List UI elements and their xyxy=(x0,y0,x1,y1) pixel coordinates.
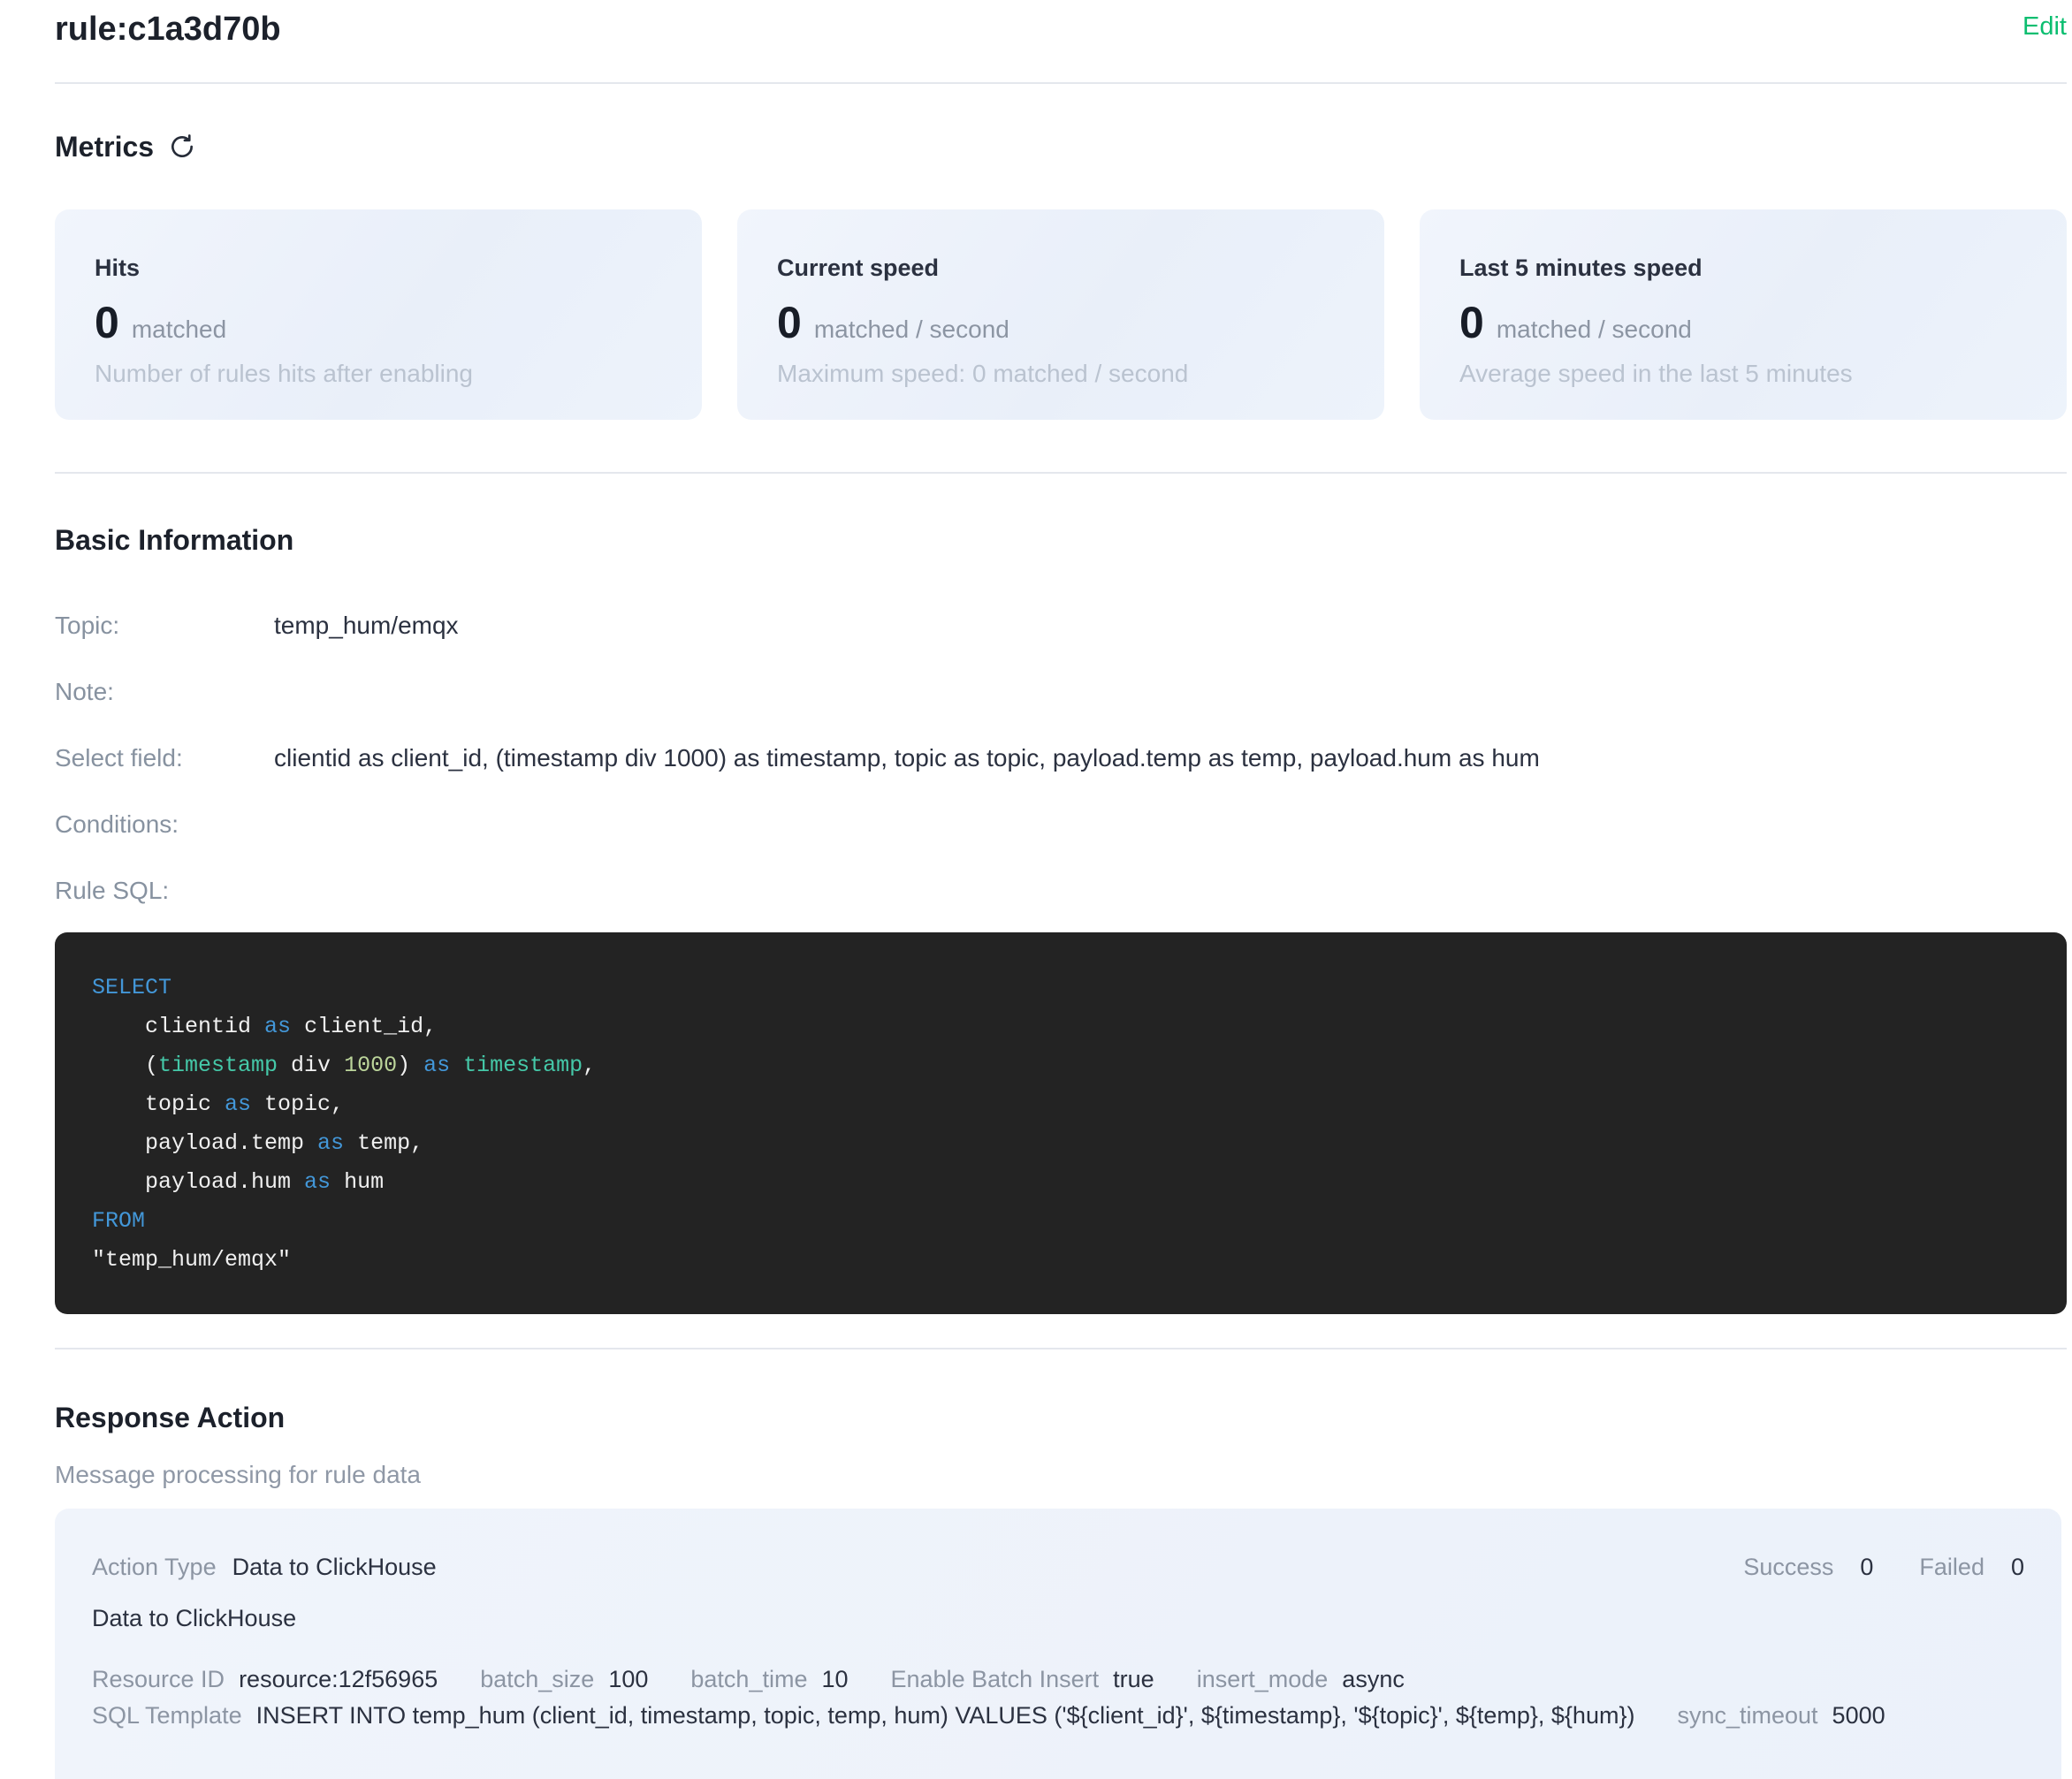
basic-information-section: Basic Information Topic: temp_hum/emqx N… xyxy=(55,523,2067,1314)
param-label: sync_timeout xyxy=(1677,1700,1817,1731)
info-value: temp_hum/emqx xyxy=(274,612,459,640)
param-label: Enable Batch Insert xyxy=(891,1664,1100,1695)
action-params: Resource ID resource:12f56965 batch_size… xyxy=(92,1664,2024,1731)
action-name: Data to ClickHouse xyxy=(92,1604,2024,1632)
failed-value: 0 xyxy=(2011,1553,2024,1581)
metric-card-current-speed: Current speed 0 matched / second Maximum… xyxy=(737,209,1384,420)
metrics-heading: Metrics xyxy=(55,130,154,163)
param-enable-batch-insert: Enable Batch Insert true xyxy=(891,1664,1154,1695)
info-value: clientid as client_id, (timestamp div 10… xyxy=(274,744,1540,772)
metric-unit: matched / second xyxy=(814,316,1009,344)
metric-description: Number of rules hits after enabling xyxy=(95,360,662,388)
action-type-label: Action Type xyxy=(92,1553,217,1581)
param-value: INSERT INTO temp_hum (client_id, timesta… xyxy=(256,1700,1635,1731)
info-row-rule-sql: Rule SQL: xyxy=(55,877,2067,905)
metric-description: Maximum speed: 0 matched / second xyxy=(777,360,1345,388)
info-row-conditions: Conditions: xyxy=(55,810,2067,839)
failed-label: Failed xyxy=(1919,1553,1984,1581)
metric-value-row: 0 matched / second xyxy=(1459,300,2027,346)
section-divider xyxy=(55,472,2067,474)
action-stats: Success 0 Failed 0 xyxy=(1743,1553,2024,1581)
basic-information-rows: Topic: temp_hum/emqx Note: Select field:… xyxy=(55,612,2067,905)
section-divider xyxy=(55,82,2067,84)
success-label: Success xyxy=(1743,1553,1833,1581)
metric-card-title: Last 5 minutes speed xyxy=(1459,254,2027,282)
action-card-header: Action Type Data to ClickHouse Success 0… xyxy=(92,1553,2024,1581)
section-divider xyxy=(55,1348,2067,1349)
info-label: Topic: xyxy=(55,612,274,640)
info-label: Note: xyxy=(55,678,274,706)
metric-value-row: 0 matched / second xyxy=(777,300,1345,346)
info-row-topic: Topic: temp_hum/emqx xyxy=(55,612,2067,640)
metric-cards: Hits 0 matched Number of rules hits afte… xyxy=(55,209,2067,420)
metric-unit: matched / second xyxy=(1497,316,1692,344)
rule-sql-code-content: SELECT clientid as client_id, (timestamp… xyxy=(92,975,596,1273)
metric-value: 0 xyxy=(95,300,119,346)
response-action-heading: Response Action xyxy=(55,1401,2067,1434)
success-value: 0 xyxy=(1860,1553,1873,1581)
rule-sql-code: SELECT clientid as client_id, (timestamp… xyxy=(55,932,2067,1314)
action-card: Action Type Data to ClickHouse Success 0… xyxy=(55,1509,2061,1779)
metrics-heading-row: Metrics xyxy=(55,130,2067,163)
basic-information-heading: Basic Information xyxy=(55,523,2067,557)
param-label: Resource ID xyxy=(92,1664,225,1695)
metric-description: Average speed in the last 5 minutes xyxy=(1459,360,2027,388)
titlebar: rule:c1a3d70b Edit xyxy=(55,9,2067,49)
param-value: async xyxy=(1342,1664,1405,1695)
refresh-icon[interactable] xyxy=(168,133,196,161)
action-type-value: Data to ClickHouse xyxy=(232,1553,437,1581)
param-insert-mode: insert_mode async xyxy=(1197,1664,1405,1695)
param-sync-timeout: sync_timeout 5000 xyxy=(1677,1700,1885,1731)
metric-card-last-5-minutes-speed: Last 5 minutes speed 0 matched / second … xyxy=(1420,209,2067,420)
param-value: resource:12f56965 xyxy=(239,1664,438,1695)
info-label: Rule SQL: xyxy=(55,877,274,905)
metric-card-title: Current speed xyxy=(777,254,1345,282)
metrics-section: Metrics Hits 0 matched Number of rules h… xyxy=(55,130,2067,420)
metric-unit: matched xyxy=(132,316,226,344)
info-row-select-field: Select field: clientid as client_id, (ti… xyxy=(55,744,2067,772)
param-value: true xyxy=(1113,1664,1154,1695)
param-value: 5000 xyxy=(1832,1700,1885,1731)
response-action-subtitle: Message processing for rule data xyxy=(55,1461,2067,1489)
info-row-note: Note: xyxy=(55,678,2067,706)
metric-card-hits: Hits 0 matched Number of rules hits afte… xyxy=(55,209,702,420)
info-label: Conditions: xyxy=(55,810,274,839)
param-value: 100 xyxy=(608,1664,648,1695)
action-type: Action Type Data to ClickHouse xyxy=(92,1553,437,1581)
param-batch-time: batch_time 10 xyxy=(690,1664,848,1695)
param-resource-id: Resource ID resource:12f56965 xyxy=(92,1664,438,1695)
metric-value: 0 xyxy=(1459,300,1484,346)
param-batch-size: batch_size 100 xyxy=(480,1664,648,1695)
rule-detail-page: rule:c1a3d70b Edit Metrics Hits 0 matche… xyxy=(0,0,2072,1779)
edit-button[interactable]: Edit xyxy=(2022,11,2067,42)
info-label: Select field: xyxy=(55,744,274,772)
page-title: rule:c1a3d70b xyxy=(55,9,281,49)
metric-value-row: 0 matched xyxy=(95,300,662,346)
param-label: insert_mode xyxy=(1197,1664,1329,1695)
param-sql-template: SQL Template INSERT INTO temp_hum (clien… xyxy=(92,1700,1634,1731)
param-label: batch_time xyxy=(690,1664,807,1695)
metric-value: 0 xyxy=(777,300,802,346)
metric-card-title: Hits xyxy=(95,254,662,282)
response-action-section: Response Action Message processing for r… xyxy=(55,1401,2067,1779)
param-value: 10 xyxy=(821,1664,848,1695)
param-label: SQL Template xyxy=(92,1700,242,1731)
failed-stat: Failed 0 xyxy=(1919,1553,2024,1581)
param-label: batch_size xyxy=(480,1664,594,1695)
success-stat: Success 0 xyxy=(1743,1553,1873,1581)
